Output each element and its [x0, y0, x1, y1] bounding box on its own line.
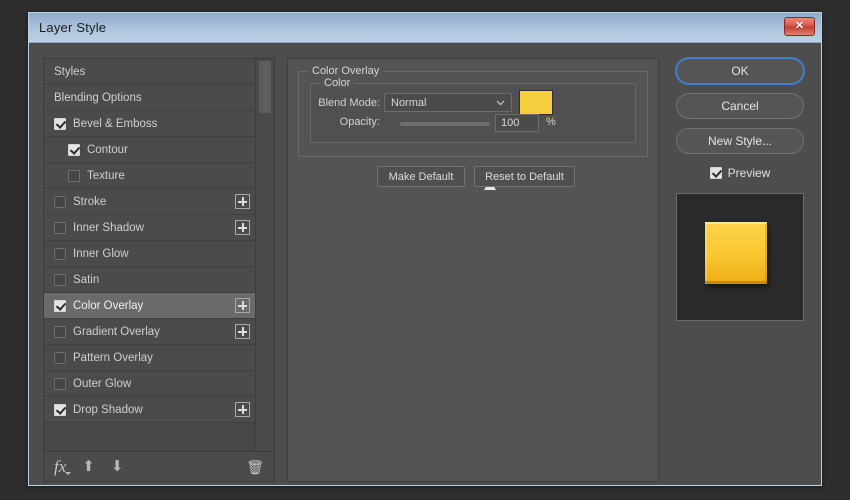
styles-panel: Styles Blending Options Bevel & Emboss Cont… — [43, 58, 275, 482]
style-checkbox[interactable] — [54, 377, 66, 390]
style-row-label: Color Overlay — [73, 299, 144, 312]
style-checkbox[interactable] — [54, 247, 66, 260]
new-style-button[interactable]: New Style... — [676, 128, 804, 154]
add-effect-icon[interactable] — [235, 298, 250, 313]
move-down-icon[interactable]: ⬇ — [111, 459, 124, 474]
chevron-down-icon — [496, 98, 505, 107]
chevron-down-icon — [65, 472, 72, 475]
layer-style-dialog: Layer Style ✕ Styles Blending Options Beve… — [28, 12, 822, 486]
styles-list: Styles Blending Options Bevel & Emboss Cont… — [44, 59, 257, 451]
style-row-label: Texture — [87, 169, 125, 182]
cancel-button[interactable]: Cancel — [676, 93, 804, 119]
style-row-contour[interactable]: Contour — [44, 137, 257, 163]
trash-icon[interactable]: 🗑 — [246, 460, 264, 474]
blend-mode-label: Blend Mode: — [318, 97, 380, 109]
dialog-body: Styles Blending Options Bevel & Emboss Cont… — [29, 43, 821, 485]
style-checkbox[interactable] — [54, 351, 66, 364]
style-row-outer-glow[interactable]: Outer Glow — [44, 371, 257, 397]
style-checkbox[interactable] — [54, 299, 66, 312]
styles-scrollbar[interactable] — [255, 59, 274, 451]
color-swatch[interactable] — [519, 90, 553, 115]
style-checkbox[interactable] — [68, 143, 80, 156]
style-row-label: Inner Glow — [73, 247, 129, 260]
style-row-label: Gradient Overlay — [73, 325, 160, 338]
style-checkbox[interactable] — [54, 221, 66, 234]
settings-panel: Color Overlay Color Blend Mode: Normal O… — [287, 58, 659, 482]
style-row-label: Outer Glow — [73, 377, 132, 390]
style-row-label: Styles — [54, 65, 86, 78]
style-row-label: Inner Shadow — [73, 221, 144, 234]
fx-icon[interactable]: fx — [54, 458, 72, 475]
add-effect-icon[interactable] — [235, 324, 250, 339]
blend-mode-select[interactable]: Normal — [384, 93, 512, 112]
preview-toggle[interactable]: Preview — [676, 163, 804, 183]
desktop-background: Layer Style ✕ Styles Blending Options Beve… — [0, 0, 850, 500]
style-checkbox[interactable] — [54, 325, 66, 338]
style-checkbox[interactable] — [54, 117, 66, 130]
style-checkbox[interactable] — [54, 403, 66, 416]
opacity-input[interactable]: 100 — [495, 114, 539, 132]
color-group: Color — [310, 77, 636, 143]
style-row-styles[interactable]: Styles — [44, 59, 257, 85]
close-glyph: ✕ — [794, 20, 805, 32]
style-row-inner-glow[interactable]: Inner Glow — [44, 241, 257, 267]
opacity-label: Opacity: — [339, 116, 380, 128]
scrollbar-thumb[interactable] — [259, 61, 271, 113]
blend-mode-value: Normal — [391, 96, 427, 109]
opacity-unit: % — [546, 116, 556, 128]
style-row-color-overlay[interactable]: Color Overlay — [44, 293, 257, 319]
add-effect-icon[interactable] — [235, 220, 250, 235]
preview-label: Preview — [727, 166, 771, 180]
style-row-pattern-overlay[interactable]: Pattern Overlay — [44, 345, 257, 371]
style-checkbox[interactable] — [68, 169, 80, 182]
style-row-label: Satin — [73, 273, 100, 286]
style-checkbox[interactable] — [54, 273, 66, 286]
style-row-label: Drop Shadow — [73, 403, 143, 416]
add-effect-icon[interactable] — [235, 402, 250, 417]
preview-shape — [705, 222, 767, 284]
style-row-gradient-overlay[interactable]: Gradient Overlay — [44, 319, 257, 345]
style-row-satin[interactable]: Satin — [44, 267, 257, 293]
style-row-stroke[interactable]: Stroke — [44, 189, 257, 215]
title-bar: Layer Style ✕ — [29, 13, 821, 43]
ok-button[interactable]: OK — [676, 58, 804, 84]
color-overlay-title: Color Overlay — [308, 65, 384, 77]
style-row-label: Bevel & Emboss — [73, 117, 158, 130]
style-row-label: Blending Options — [54, 91, 142, 104]
make-default-button[interactable]: Make Default — [377, 166, 465, 187]
preview-thumbnail — [676, 193, 804, 321]
opacity-slider[interactable] — [400, 122, 496, 190]
add-effect-icon[interactable] — [235, 194, 250, 209]
preview-checkbox[interactable] — [709, 167, 722, 179]
color-group-title: Color — [320, 77, 355, 89]
move-up-icon[interactable]: ⬆ — [82, 459, 95, 474]
style-row-bevel-emboss[interactable]: Bevel & Emboss — [44, 111, 257, 137]
style-row-texture[interactable]: Texture — [44, 163, 257, 189]
style-row-blending-options[interactable]: Blending Options — [44, 85, 257, 111]
action-column: OK Cancel New Style... Preview — [676, 58, 808, 321]
styles-toolbar: fx ⬆ ⬇ 🗑 — [44, 451, 274, 481]
style-row-label: Stroke — [73, 195, 107, 208]
style-row-drop-shadow[interactable]: Drop Shadow — [44, 397, 257, 423]
style-checkbox[interactable] — [54, 195, 66, 208]
window-title: Layer Style — [39, 20, 107, 35]
style-row-label: Contour — [87, 143, 128, 156]
style-row-inner-shadow[interactable]: Inner Shadow — [44, 215, 257, 241]
close-icon[interactable]: ✕ — [784, 17, 815, 36]
reset-to-default-button[interactable]: Reset to Default — [474, 166, 575, 187]
style-row-label: Pattern Overlay — [73, 351, 153, 364]
